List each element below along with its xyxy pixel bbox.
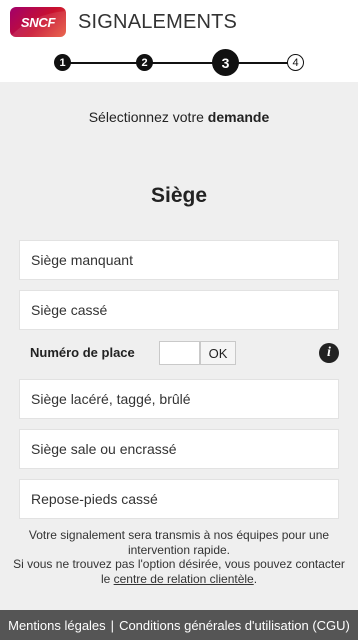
note-line-2-suffix: . xyxy=(253,571,258,586)
customer-service-link[interactable]: centre de relation clientèle xyxy=(114,572,254,586)
seat-number-row: Numéro de place OK i xyxy=(0,340,358,366)
step-2: 2 xyxy=(136,54,153,71)
logo-text: SNCF xyxy=(20,14,56,30)
seat-ok-button[interactable]: OK xyxy=(200,341,236,365)
sncf-logo: SNCF xyxy=(10,7,66,37)
option-label: Siège sale ou encrassé xyxy=(31,441,177,457)
step-3-current: 3 xyxy=(212,49,239,76)
stepper-line xyxy=(62,62,296,64)
legal-notice-link[interactable]: Mentions légales xyxy=(8,618,106,633)
footer-separator: | xyxy=(110,617,115,633)
note-line-1: Votre signalement sera transmis à nos éq… xyxy=(28,528,330,557)
seat-number-label: Numéro de place xyxy=(30,345,135,360)
app-title: SIGNALEMENTS xyxy=(78,10,238,33)
option-siege-manquant[interactable]: Siège manquant xyxy=(19,240,339,280)
progress-stepper: 1 2 3 4 xyxy=(0,44,358,82)
info-note: Votre signalement sera transmis à nos éq… xyxy=(12,528,346,586)
footer-bar: Mentions légales | Conditions générales … xyxy=(0,610,358,640)
section-title: Siège xyxy=(150,184,208,207)
info-icon[interactable]: i xyxy=(319,343,339,363)
option-label: Repose-pieds cassé xyxy=(31,491,158,507)
instruction-emphasis: demande xyxy=(207,109,270,125)
step-4: 4 xyxy=(287,54,304,71)
instruction-text: Sélectionnez votre demande xyxy=(0,109,358,125)
cgu-link[interactable]: Conditions générales d'utilisation (CGU) xyxy=(119,618,350,633)
seat-number-input[interactable] xyxy=(159,341,200,365)
instruction-prefix: Sélectionnez votre xyxy=(88,109,208,125)
option-label: Siège lacéré, taggé, brûlé xyxy=(31,391,191,407)
option-label: Siège manquant xyxy=(31,252,133,268)
step-1: 1 xyxy=(54,54,71,71)
option-repose-pieds[interactable]: Repose-pieds cassé xyxy=(19,479,339,519)
option-siege-lacere[interactable]: Siège lacéré, taggé, brûlé xyxy=(19,379,339,419)
app-header: SNCF SIGNALEMENTS xyxy=(0,0,358,44)
option-siege-sale[interactable]: Siège sale ou encrassé xyxy=(19,429,339,469)
option-siege-casse[interactable]: Siège cassé xyxy=(19,290,339,330)
option-label: Siège cassé xyxy=(31,302,108,318)
note-line-2: Si vous ne trouvez pas l'option désirée,… xyxy=(12,557,346,586)
